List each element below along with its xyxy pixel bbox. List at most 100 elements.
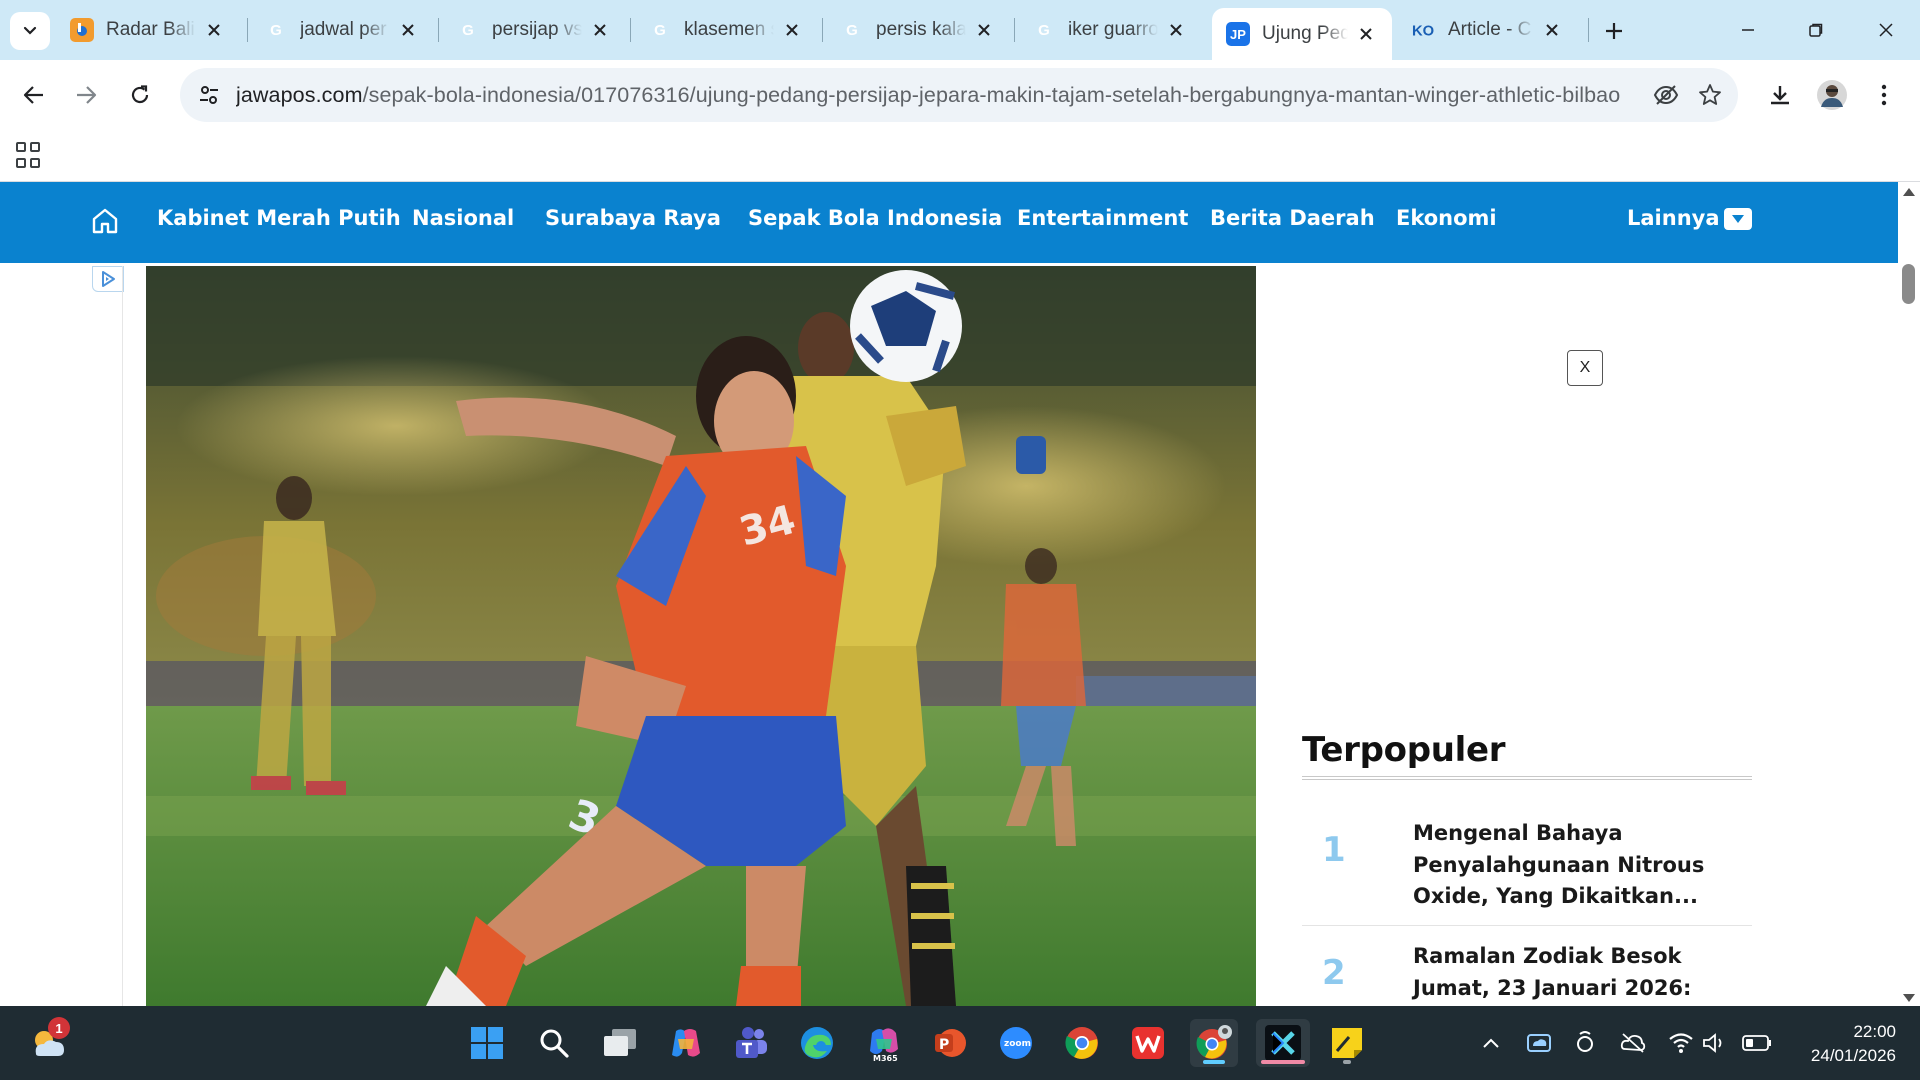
- nav-item-entertainment[interactable]: Entertainment: [1017, 206, 1188, 230]
- chrome-button[interactable]: [1058, 1019, 1106, 1067]
- scrollbar-thumb[interactable]: [1902, 264, 1915, 304]
- windows-taskbar: 1 M365 P zoom 22:00 24/01/2026: [0, 1006, 1920, 1080]
- restore-button[interactable]: [1788, 10, 1844, 50]
- capcut-button[interactable]: [1256, 1019, 1310, 1067]
- url-domain: jawapos.com: [236, 82, 363, 107]
- adchoices-icon[interactable]: [92, 266, 124, 292]
- star-icon: [1699, 84, 1721, 105]
- m365-button[interactable]: M365: [860, 1019, 908, 1067]
- zoom-button[interactable]: zoom: [992, 1019, 1040, 1067]
- browser-tab-active[interactable]: JP Ujung Ped: [1212, 8, 1392, 60]
- search-icon: [540, 1029, 569, 1058]
- scroll-down-icon[interactable]: [1903, 994, 1915, 1002]
- google-icon: G: [1038, 21, 1050, 39]
- nav-item-berita-daerah[interactable]: Berita Daerah: [1210, 206, 1375, 230]
- close-icon[interactable]: [588, 18, 612, 42]
- bookmarks-bar: [0, 130, 1920, 182]
- close-icon[interactable]: [1354, 22, 1378, 46]
- edge-button[interactable]: [793, 1019, 841, 1067]
- popular-title[interactable]: Ramalan Zodiak Besok Jumat, 23 Januari 2…: [1413, 941, 1743, 1004]
- tab-title: Article - C: [1448, 19, 1532, 40]
- chevron-down-icon: [23, 26, 37, 35]
- popular-list-item[interactable]: 2 Ramalan Zodiak Besok Jumat, 23 Januari…: [1302, 941, 1752, 1006]
- nav-item-nasional[interactable]: Nasional: [412, 206, 514, 230]
- copilot-button[interactable]: [662, 1019, 710, 1067]
- ad-close-button[interactable]: X: [1567, 350, 1603, 386]
- edge-icon: [801, 1027, 833, 1059]
- caret-down-icon[interactable]: [1724, 208, 1752, 230]
- tab-search-button[interactable]: [10, 12, 50, 50]
- nav-item-kabinet-merah-putih[interactable]: Kabinet Merah Putih: [157, 206, 401, 230]
- taskbar-search[interactable]: [530, 1019, 578, 1067]
- close-icon[interactable]: [780, 18, 804, 42]
- new-tab-button[interactable]: [1597, 14, 1631, 48]
- browser-tab[interactable]: KO Article - C: [1398, 8, 1578, 52]
- close-icon[interactable]: [202, 18, 226, 42]
- site-info-button[interactable]: [186, 72, 232, 118]
- chrome-profile-button[interactable]: [1190, 1019, 1238, 1067]
- minimize-button[interactable]: [1720, 10, 1776, 50]
- bookmark-star-button[interactable]: [1688, 73, 1732, 117]
- close-icon[interactable]: [1164, 18, 1188, 42]
- nav-item-lainnya[interactable]: Lainnya: [1627, 206, 1720, 230]
- popular-title[interactable]: Mengenal Bahaya Penyalahgunaan Nitrous O…: [1413, 818, 1743, 913]
- nav-item-ekonomi[interactable]: Ekonomi: [1396, 206, 1497, 230]
- battery-tray-icon[interactable]: [1742, 1028, 1772, 1058]
- page-scrollbar[interactable]: [1898, 182, 1920, 1006]
- cloud-offline-tray-icon[interactable]: [1618, 1028, 1648, 1058]
- show-hidden-icons-button[interactable]: [1476, 1028, 1506, 1058]
- browser-tab[interactable]: G iker guarro: [1018, 8, 1202, 52]
- m365-label: M365: [873, 1054, 898, 1063]
- teams-button[interactable]: [727, 1019, 775, 1067]
- task-view-button[interactable]: [596, 1019, 644, 1067]
- nav-item-sepak-bola-indonesia[interactable]: Sepak Bola Indonesia: [748, 206, 1002, 230]
- start-button[interactable]: [463, 1019, 511, 1067]
- popular-list-item[interactable]: 1 Mengenal Bahaya Penyalahgunaan Nitrous…: [1302, 818, 1752, 918]
- apps-grid-icon[interactable]: [16, 142, 44, 170]
- volume-tray-icon[interactable]: [1700, 1028, 1730, 1058]
- popular-rank: 1: [1322, 830, 1346, 870]
- profile-button[interactable]: [1810, 73, 1854, 117]
- url-text[interactable]: jawapos.com/sepak-bola-indonesia/0170763…: [236, 83, 1644, 108]
- address-bar[interactable]: jawapos.com/sepak-bola-indonesia/0170763…: [180, 68, 1738, 122]
- chrome-profile-icon: [1196, 1025, 1232, 1059]
- tab-title: jadwal per: [300, 19, 387, 40]
- home-icon[interactable]: [90, 206, 120, 236]
- site-navigation: Kabinet Merah Putih Nasional Surabaya Ra…: [0, 182, 1898, 263]
- radar-bali-icon: [70, 18, 94, 42]
- sticky-notes-button[interactable]: [1323, 1019, 1371, 1067]
- minimize-icon: [1742, 29, 1754, 31]
- browser-tab[interactable]: G persis kala: [826, 8, 1010, 52]
- close-window-button[interactable]: [1858, 10, 1914, 50]
- close-icon[interactable]: [972, 18, 996, 42]
- windows-start-icon: [471, 1027, 503, 1059]
- back-button[interactable]: [12, 73, 56, 117]
- tab-title: Radar Bali: [106, 19, 195, 40]
- wifi-tray-icon[interactable]: [1666, 1028, 1696, 1058]
- close-icon[interactable]: [1540, 18, 1564, 42]
- reload-button[interactable]: [118, 73, 162, 117]
- teams-icon: [736, 1027, 767, 1058]
- popular-title-line: Jumat, 23 Januari 2026:: [1413, 975, 1692, 1000]
- copilot-icon: [672, 1029, 700, 1057]
- scroll-up-icon[interactable]: [1903, 188, 1915, 196]
- wps-office-button[interactable]: [1124, 1019, 1172, 1067]
- zoom-label: zoom: [1004, 1039, 1031, 1049]
- downloads-button[interactable]: [1758, 73, 1802, 117]
- browser-menu-button[interactable]: [1862, 73, 1906, 117]
- browser-tab[interactable]: G persijap vs: [442, 8, 626, 52]
- onedrive-tray-icon[interactable]: [1524, 1028, 1554, 1058]
- powerpoint-button[interactable]: P: [926, 1019, 974, 1067]
- nav-item-surabaya-raya[interactable]: Surabaya Raya: [545, 206, 721, 230]
- powerpoint-icon: P: [935, 1029, 966, 1057]
- forward-button[interactable]: [64, 73, 108, 117]
- browser-tab[interactable]: G jadwal per: [250, 8, 434, 52]
- location-tray-icon[interactable]: [1570, 1028, 1600, 1058]
- article-hero-image[interactable]: 34 34: [146, 266, 1256, 1006]
- page-viewport: Kabinet Merah Putih Nasional Surabaya Ra…: [0, 182, 1920, 1006]
- browser-tab[interactable]: Radar Bali: [56, 8, 240, 52]
- close-icon[interactable]: [396, 18, 420, 42]
- taskbar-clock[interactable]: 22:00 24/01/2026: [1811, 1020, 1896, 1068]
- browser-tab[interactable]: G klasemen s: [634, 8, 818, 52]
- tracking-protection-button[interactable]: [1644, 73, 1688, 117]
